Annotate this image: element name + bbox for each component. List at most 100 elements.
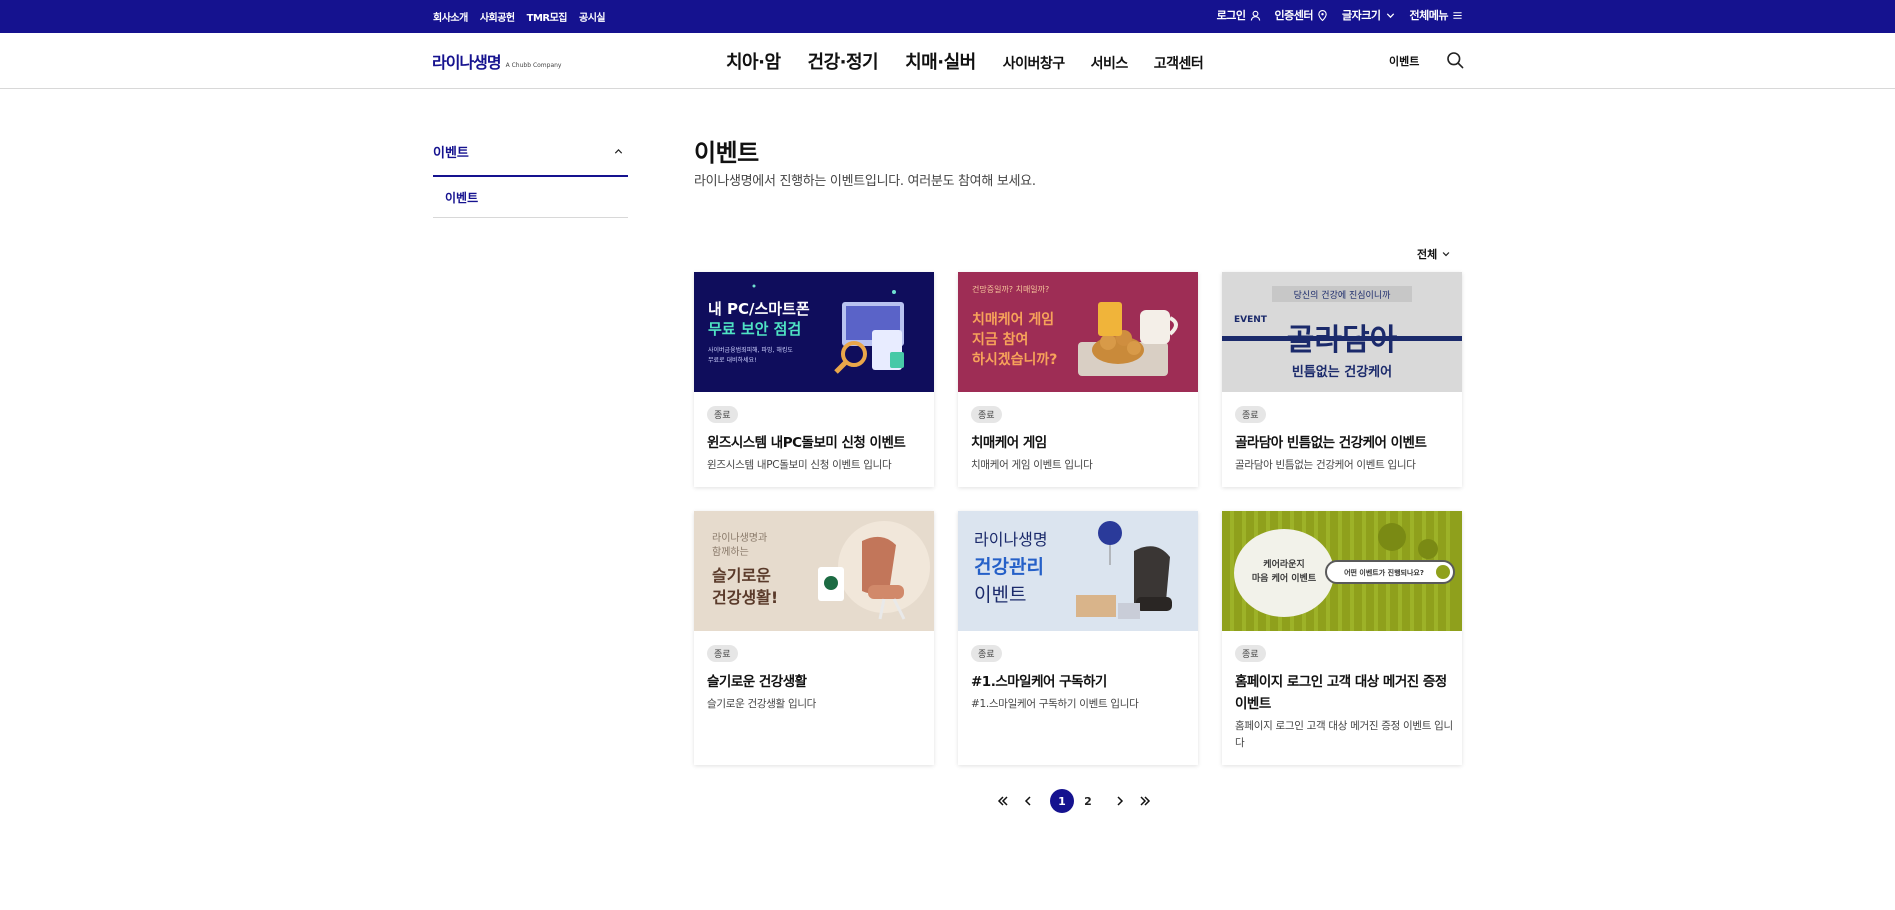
banner-line: 지금 참여 xyxy=(972,331,1028,348)
event-card[interactable]: 케어라운지 마음 케어 이벤트 어떤 이벤트가 진행되나요? 종료 홈페이지 로… xyxy=(1222,511,1462,765)
utility-bar: 회사소개 사회공헌 TMR모집 공시실 로그인 인증센터 글자크기 전체메뉴 xyxy=(0,0,1895,33)
banner-line: 빈틈없는 건강케어 xyxy=(1292,364,1392,380)
status-badge: 종료 xyxy=(707,645,738,662)
user-icon xyxy=(1250,10,1260,21)
banner-line: 무료로 대비하세요! xyxy=(708,356,756,364)
event-card[interactable]: 라이나생명 건강관리 이벤트 종료 #1.스마일케어 구독하기 #1.스마일케어… xyxy=(958,511,1198,765)
global-navigation: 치아·암 건강·정기 치매·실버 사이버창구 서비스 고객센터 xyxy=(726,33,1229,89)
chevron-left-icon xyxy=(1024,796,1031,806)
main-header: 라이나생명 A Chubb Company 치아·암 건강·정기 치매·실버 사… xyxy=(0,33,1895,89)
event-card[interactable]: 당신의 건강에 진심이니까 EVENT 골라담아 빈틈없는 건강케어 종료 골라… xyxy=(1222,272,1462,487)
hamburger-icon xyxy=(1453,11,1462,19)
event-description: 윈즈시스템 내PC돌보미 신청 이벤트 입니다 xyxy=(707,459,892,471)
status-badge: 종료 xyxy=(971,406,1002,423)
event-title: 홈페이지 로그인 고객 대상 메거진 증정 이벤트 xyxy=(1235,674,1447,712)
banner-line: EVENT xyxy=(1234,315,1268,325)
banner-line: 하시겠습니까? xyxy=(972,351,1057,368)
chevron-right-icon xyxy=(1117,796,1124,806)
event-description: 슬기로운 건강생활 입니다 xyxy=(707,698,817,710)
page-description: 라이나생명에서 진행하는 이벤트입니다. 여러분도 참여해 보세요. xyxy=(694,174,1036,189)
filter-label: 전체 xyxy=(1417,248,1438,261)
event-banner-image: 케어라운지 마음 케어 이벤트 어떤 이벤트가 진행되나요? xyxy=(1222,511,1462,631)
nav-dementia-silver[interactable]: 치매·실버 xyxy=(905,48,976,74)
banner-line: 건망증일까? 치매일까? xyxy=(972,284,1049,294)
event-title: 슬기로운 건강생활 xyxy=(707,674,807,690)
event-title: #1.스마일케어 구독하기 xyxy=(971,674,1107,690)
banner-line: 건강생활! xyxy=(712,588,778,607)
link-tmr-recruit[interactable]: TMR모집 xyxy=(527,9,568,24)
banner-line: 마음 케어 이벤트 xyxy=(1252,572,1317,584)
chevron-down-icon xyxy=(1442,252,1450,257)
logo-subtext: A Chubb Company xyxy=(505,62,562,69)
banner-line: 이벤트 xyxy=(974,584,1026,606)
event-title: 윈즈시스템 내PC돌보미 신청 이벤트 xyxy=(707,435,906,451)
event-banner-image: 당신의 건강에 진심이니까 EVENT 골라담아 빈틈없는 건강케어 xyxy=(1222,272,1462,392)
all-menu-button[interactable]: 전체메뉴 xyxy=(1410,7,1463,23)
event-title: 골라담아 빈틈없는 건강케어 이벤트 xyxy=(1235,435,1427,451)
page-title: 이벤트 xyxy=(694,139,759,167)
next-page-button[interactable] xyxy=(1112,793,1128,809)
status-badge: 종료 xyxy=(1235,645,1266,662)
event-banner-image: 건망증일까? 치매일까? 치매케어 게임 지금 참여 하시겠습니까? xyxy=(958,272,1198,392)
banner-line: 치매케어 게임 xyxy=(972,311,1054,328)
banner-line: 함께하는 xyxy=(712,545,749,558)
font-size-button[interactable]: 글자크기 xyxy=(1342,7,1395,23)
event-description: 치매케어 게임 이벤트 입니다 xyxy=(971,459,1093,471)
utility-actions: 로그인 인증센터 글자크기 전체메뉴 xyxy=(1217,0,1463,30)
sidebar-section-toggle[interactable]: 이벤트 xyxy=(433,128,628,177)
pagination: 1 2 xyxy=(995,789,1153,813)
status-badge: 종료 xyxy=(707,406,738,423)
page-1-button[interactable]: 1 xyxy=(1050,789,1074,813)
last-page-button[interactable] xyxy=(1137,793,1153,809)
nav-health-term[interactable]: 건강·정기 xyxy=(808,48,879,74)
chevron-down-icon xyxy=(1386,12,1394,18)
sidebar: 이벤트 이벤트 xyxy=(433,128,628,218)
banner-line: 당신의 건강에 진심이니까 xyxy=(1294,290,1392,301)
banner-line: 슬기로운 xyxy=(712,566,771,585)
double-chevron-right-icon xyxy=(1140,796,1151,806)
banner-line: 건강관리 xyxy=(974,556,1044,578)
status-badge: 종료 xyxy=(971,645,1002,662)
link-company-intro[interactable]: 회사소개 xyxy=(433,9,468,24)
logo-text: 라이나생명 xyxy=(432,53,502,72)
event-card[interactable]: 라이나생명과 함께하는 슬기로운 건강생활! 종료 슬기로운 건강생활 슬기로운… xyxy=(694,511,934,765)
event-card[interactable]: 내 PC/스마트폰 무료 보안 점검 사이버금융범죄피해, 파밍, 해킹도 무료… xyxy=(694,272,934,487)
auth-center-button[interactable]: 인증센터 xyxy=(1275,7,1328,23)
font-size-label: 글자크기 xyxy=(1342,9,1381,22)
link-disclosure[interactable]: 공시실 xyxy=(579,9,606,24)
banner-line: 라이나생명 xyxy=(974,530,1048,549)
nav-service[interactable]: 서비스 xyxy=(1091,53,1129,73)
nav-cyber-window[interactable]: 사이버창구 xyxy=(1003,53,1065,73)
event-description: 홈페이지 로그인 고객 대상 메거진 증정 이벤트 입니다 xyxy=(1235,720,1453,749)
banner-line: 골라담아 xyxy=(1287,323,1398,358)
banner-line: 내 PC/스마트폰 xyxy=(708,300,810,318)
all-menu-label: 전체메뉴 xyxy=(1409,9,1449,22)
status-filter-dropdown[interactable]: 전체 xyxy=(1417,246,1451,262)
login-button[interactable]: 로그인 xyxy=(1217,7,1261,23)
nav-customer-center[interactable]: 고객센터 xyxy=(1154,53,1204,73)
page-2-button[interactable]: 2 xyxy=(1076,789,1100,813)
login-label: 로그인 xyxy=(1216,9,1246,22)
event-title: 치매케어 게임 xyxy=(971,435,1047,451)
event-card[interactable]: 건망증일까? 치매일까? 치매케어 게임 지금 참여 하시겠습니까? 종료 치매… xyxy=(958,272,1198,487)
search-icon[interactable] xyxy=(1446,51,1464,69)
link-social-contribution[interactable]: 사회공헌 xyxy=(480,9,515,24)
utility-links: 회사소개 사회공헌 TMR모집 공시실 xyxy=(433,0,606,33)
first-page-button[interactable] xyxy=(995,793,1011,809)
banner-line: 케어라운지 xyxy=(1263,558,1304,570)
double-chevron-left-icon xyxy=(997,796,1008,806)
event-description: #1.스마일케어 구독하기 이벤트 입니다 xyxy=(971,698,1139,710)
event-banner-image: 라이나생명과 함께하는 슬기로운 건강생활! xyxy=(694,511,934,631)
site-logo[interactable]: 라이나생명 A Chubb Company xyxy=(432,49,561,73)
header-event-link[interactable]: 이벤트 xyxy=(1389,53,1419,69)
banner-line: 사이버금융범죄피해, 파밍, 해킹도 xyxy=(708,346,793,354)
auth-center-label: 인증센터 xyxy=(1274,9,1314,22)
banner-line: 라이나생명과 xyxy=(712,532,767,544)
sidebar-item-event[interactable]: 이벤트 xyxy=(433,177,628,218)
event-banner-image: 라이나생명 건강관리 이벤트 xyxy=(958,511,1198,631)
sidebar-title: 이벤트 xyxy=(433,146,469,161)
prev-page-button[interactable] xyxy=(1020,793,1036,809)
banner-line: 어떤 이벤트가 진행되나요? xyxy=(1344,568,1424,577)
nav-dental-cancer[interactable]: 치아·암 xyxy=(726,48,781,74)
chevron-up-icon xyxy=(614,148,623,154)
